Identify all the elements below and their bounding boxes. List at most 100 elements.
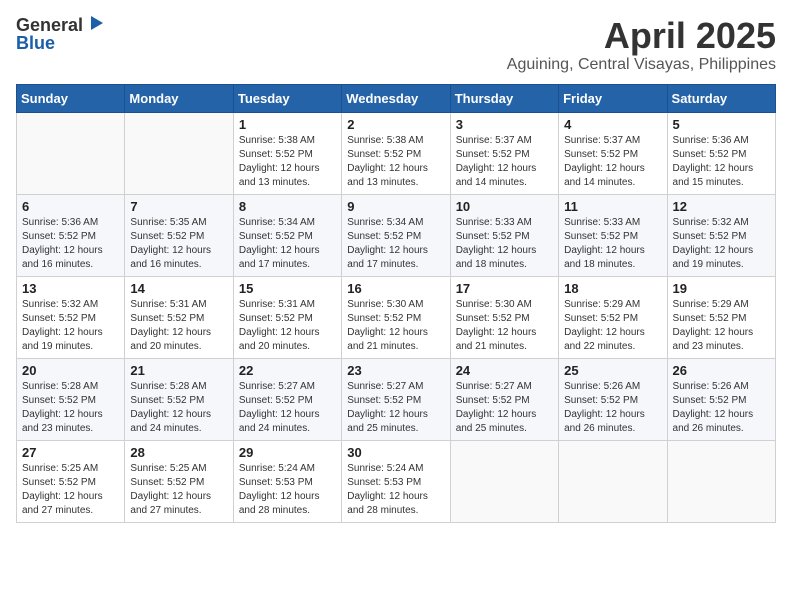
calendar-cell: 22 Sunrise: 5:27 AMSunset: 5:52 PMDayligh…	[233, 358, 341, 440]
weekday-header-tuesday: Tuesday	[233, 84, 341, 112]
day-number: 11	[564, 199, 661, 214]
day-number: 26	[673, 363, 770, 378]
day-info: Sunrise: 5:27 AMSunset: 5:52 PMDaylight:…	[239, 380, 336, 436]
day-info: Sunrise: 5:36 AMSunset: 5:52 PMDaylight:…	[22, 216, 119, 272]
day-number: 22	[239, 363, 336, 378]
day-info: Sunrise: 5:24 AMSunset: 5:53 PMDaylight:…	[347, 462, 444, 518]
calendar-cell	[450, 440, 558, 522]
day-number: 27	[22, 445, 119, 460]
calendar-cell: 10 Sunrise: 5:33 AMSunset: 5:52 PMDayligh…	[450, 194, 558, 276]
day-info: Sunrise: 5:33 AMSunset: 5:52 PMDaylight:…	[564, 216, 661, 272]
calendar-cell	[559, 440, 667, 522]
logo-triangle-icon	[85, 14, 103, 32]
day-number: 21	[130, 363, 227, 378]
day-info: Sunrise: 5:29 AMSunset: 5:52 PMDaylight:…	[564, 298, 661, 354]
calendar-week-row: 20 Sunrise: 5:28 AMSunset: 5:52 PMDayligh…	[17, 358, 776, 440]
calendar-week-row: 6 Sunrise: 5:36 AMSunset: 5:52 PMDaylight…	[17, 194, 776, 276]
day-number: 25	[564, 363, 661, 378]
calendar-cell: 28 Sunrise: 5:25 AMSunset: 5:52 PMDayligh…	[125, 440, 233, 522]
day-info: Sunrise: 5:27 AMSunset: 5:52 PMDaylight:…	[347, 380, 444, 436]
weekday-header-friday: Friday	[559, 84, 667, 112]
day-number: 20	[22, 363, 119, 378]
calendar-cell: 25 Sunrise: 5:26 AMSunset: 5:52 PMDayligh…	[559, 358, 667, 440]
calendar-cell	[17, 112, 125, 194]
calendar-cell	[667, 440, 775, 522]
day-info: Sunrise: 5:28 AMSunset: 5:52 PMDaylight:…	[130, 380, 227, 436]
calendar-cell: 20 Sunrise: 5:28 AMSunset: 5:52 PMDayligh…	[17, 358, 125, 440]
calendar-week-row: 1 Sunrise: 5:38 AMSunset: 5:52 PMDaylight…	[17, 112, 776, 194]
day-number: 9	[347, 199, 444, 214]
calendar-cell: 21 Sunrise: 5:28 AMSunset: 5:52 PMDayligh…	[125, 358, 233, 440]
calendar-table: SundayMondayTuesdayWednesdayThursdayFrid…	[16, 84, 776, 523]
day-number: 29	[239, 445, 336, 460]
calendar-cell: 27 Sunrise: 5:25 AMSunset: 5:52 PMDayligh…	[17, 440, 125, 522]
day-number: 8	[239, 199, 336, 214]
calendar-cell: 30 Sunrise: 5:24 AMSunset: 5:53 PMDayligh…	[342, 440, 450, 522]
day-number: 1	[239, 117, 336, 132]
day-info: Sunrise: 5:27 AMSunset: 5:52 PMDaylight:…	[456, 380, 553, 436]
day-info: Sunrise: 5:35 AMSunset: 5:52 PMDaylight:…	[130, 216, 227, 272]
weekday-header-saturday: Saturday	[667, 84, 775, 112]
calendar-cell: 18 Sunrise: 5:29 AMSunset: 5:52 PMDayligh…	[559, 276, 667, 358]
logo-blue-text: Blue	[16, 33, 55, 53]
logo-general-text: General	[16, 16, 83, 34]
calendar-cell: 23Sunrise: 5:27 AMSunset: 5:52 PMDayligh…	[342, 358, 450, 440]
day-number: 2	[347, 117, 444, 132]
day-number: 3	[456, 117, 553, 132]
day-number: 7	[130, 199, 227, 214]
calendar-cell: 14Sunrise: 5:31 AMSunset: 5:52 PMDayligh…	[125, 276, 233, 358]
calendar-cell: 2 Sunrise: 5:38 AMSunset: 5:52 PMDaylight…	[342, 112, 450, 194]
day-number: 10	[456, 199, 553, 214]
day-number: 4	[564, 117, 661, 132]
day-info: Sunrise: 5:31 AMSunset: 5:52 PMDaylight:…	[130, 298, 227, 354]
day-info: Sunrise: 5:26 AMSunset: 5:52 PMDaylight:…	[564, 380, 661, 436]
day-info: Sunrise: 5:32 AMSunset: 5:52 PMDaylight:…	[22, 298, 119, 354]
calendar-cell: 11 Sunrise: 5:33 AMSunset: 5:52 PMDayligh…	[559, 194, 667, 276]
calendar-header-row: SundayMondayTuesdayWednesdayThursdayFrid…	[17, 84, 776, 112]
day-number: 30	[347, 445, 444, 460]
day-info: Sunrise: 5:37 AMSunset: 5:52 PMDaylight:…	[564, 134, 661, 190]
day-info: Sunrise: 5:28 AMSunset: 5:52 PMDaylight:…	[22, 380, 119, 436]
day-info: Sunrise: 5:31 AMSunset: 5:52 PMDaylight:…	[239, 298, 336, 354]
day-info: Sunrise: 5:29 AMSunset: 5:52 PMDaylight:…	[673, 298, 770, 354]
calendar-cell: 4 Sunrise: 5:37 AMSunset: 5:52 PMDaylight…	[559, 112, 667, 194]
day-info: Sunrise: 5:25 AMSunset: 5:52 PMDaylight:…	[22, 462, 119, 518]
day-info: Sunrise: 5:25 AMSunset: 5:52 PMDaylight:…	[130, 462, 227, 518]
weekday-header-monday: Monday	[125, 84, 233, 112]
day-info: Sunrise: 5:33 AMSunset: 5:52 PMDaylight:…	[456, 216, 553, 272]
day-info: Sunrise: 5:30 AMSunset: 5:52 PMDaylight:…	[456, 298, 553, 354]
calendar-week-row: 13Sunrise: 5:32 AMSunset: 5:52 PMDayligh…	[17, 276, 776, 358]
day-info: Sunrise: 5:34 AMSunset: 5:52 PMDaylight:…	[239, 216, 336, 272]
calendar-cell: 9Sunrise: 5:34 AMSunset: 5:52 PMDaylight…	[342, 194, 450, 276]
calendar-cell: 5 Sunrise: 5:36 AMSunset: 5:52 PMDaylight…	[667, 112, 775, 194]
day-number: 19	[673, 281, 770, 296]
calendar-cell: 26 Sunrise: 5:26 AMSunset: 5:52 PMDayligh…	[667, 358, 775, 440]
calendar-cell: 29 Sunrise: 5:24 AMSunset: 5:53 PMDayligh…	[233, 440, 341, 522]
day-number: 28	[130, 445, 227, 460]
day-number: 12	[673, 199, 770, 214]
location-subtitle: Aguining, Central Visayas, Philippines	[507, 56, 776, 74]
calendar-cell: 7 Sunrise: 5:35 AMSunset: 5:52 PMDaylight…	[125, 194, 233, 276]
day-info: Sunrise: 5:36 AMSunset: 5:52 PMDaylight:…	[673, 134, 770, 190]
calendar-cell: 16Sunrise: 5:30 AMSunset: 5:52 PMDayligh…	[342, 276, 450, 358]
header: General Blue April 2025 Aguining, Centra…	[16, 16, 776, 74]
calendar-cell: 3Sunrise: 5:37 AMSunset: 5:52 PMDaylight…	[450, 112, 558, 194]
day-number: 6	[22, 199, 119, 214]
calendar-cell: 1Sunrise: 5:38 AMSunset: 5:52 PMDaylight…	[233, 112, 341, 194]
calendar-cell: 8 Sunrise: 5:34 AMSunset: 5:52 PMDaylight…	[233, 194, 341, 276]
logo: General Blue	[16, 16, 103, 54]
calendar-cell: 17 Sunrise: 5:30 AMSunset: 5:52 PMDayligh…	[450, 276, 558, 358]
calendar-cell: 12Sunrise: 5:32 AMSunset: 5:52 PMDayligh…	[667, 194, 775, 276]
weekday-header-wednesday: Wednesday	[342, 84, 450, 112]
day-number: 5	[673, 117, 770, 132]
day-number: 18	[564, 281, 661, 296]
day-info: Sunrise: 5:24 AMSunset: 5:53 PMDaylight:…	[239, 462, 336, 518]
calendar-cell: 24Sunrise: 5:27 AMSunset: 5:52 PMDayligh…	[450, 358, 558, 440]
calendar-week-row: 27 Sunrise: 5:25 AMSunset: 5:52 PMDayligh…	[17, 440, 776, 522]
calendar-cell: 15 Sunrise: 5:31 AMSunset: 5:52 PMDayligh…	[233, 276, 341, 358]
month-year-title: April 2025	[507, 16, 776, 56]
day-number: 15	[239, 281, 336, 296]
day-info: Sunrise: 5:26 AMSunset: 5:52 PMDaylight:…	[673, 380, 770, 436]
day-number: 17	[456, 281, 553, 296]
day-info: Sunrise: 5:38 AMSunset: 5:52 PMDaylight:…	[347, 134, 444, 190]
